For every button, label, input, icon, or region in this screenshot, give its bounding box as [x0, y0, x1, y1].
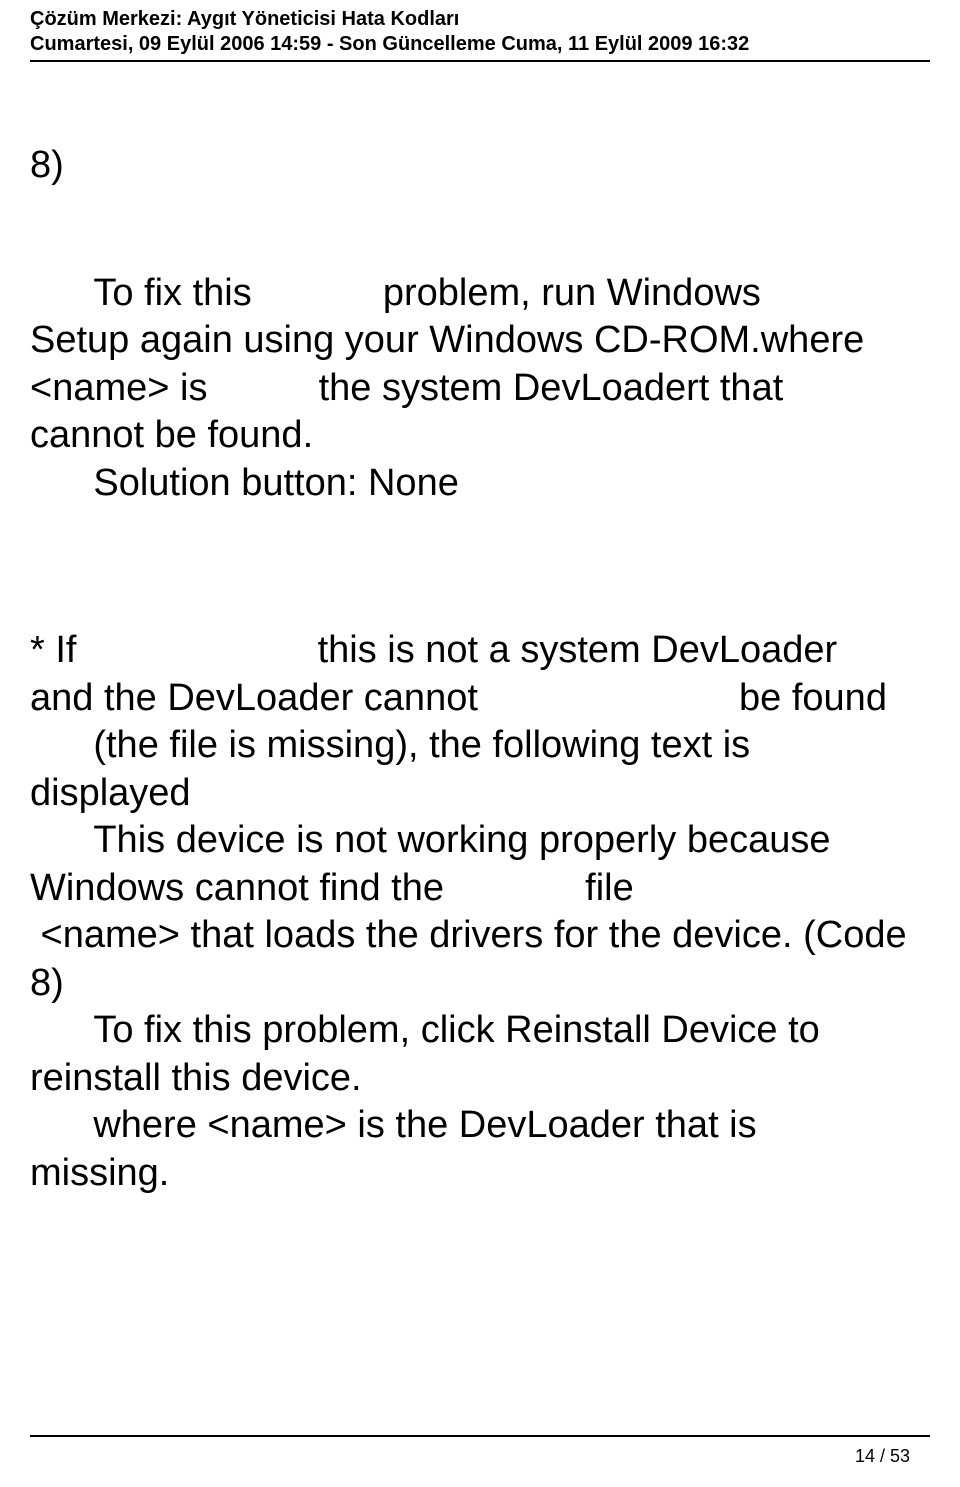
header-title: Çözüm Merkezi: Aygıt Yöneticisi Hata Kod… — [30, 8, 930, 31]
text-fragment: file — [585, 867, 634, 909]
page: Çözüm Merkezi: Aygıt Yöneticisi Hata Kod… — [0, 0, 960, 1487]
document-body: 8) To fix this problem, run Windows Setu… — [30, 62, 930, 1197]
text-fragment: * If — [30, 629, 76, 671]
header-meta: Cumartesi, 09 Eylül 2006 14:59 - Son Gün… — [30, 33, 930, 56]
page-header: Çözüm Merkezi: Aygıt Yöneticisi Hata Kod… — [30, 0, 930, 62]
text-line: Solution button: None — [30, 460, 930, 508]
text-line: 8) — [30, 142, 930, 190]
page-number: 14 / 53 — [855, 1446, 910, 1467]
text-fragment: problem, run Windows — [383, 272, 761, 314]
text-line: Windows cannot find the file — [30, 865, 930, 913]
text-line: (the file is missing), the following tex… — [30, 722, 930, 770]
text-fragment: be found — [739, 677, 887, 719]
text-line: cannot be found. — [30, 412, 930, 460]
text-line: reinstall this device. — [30, 1055, 930, 1103]
text-line: missing. — [30, 1150, 930, 1198]
footer-rule — [30, 1435, 930, 1437]
text-line: To fix this problem, click Reinstall Dev… — [30, 1007, 930, 1055]
text-line: To fix this problem, run Windows — [30, 270, 930, 318]
text-fragment: To fix this — [30, 272, 252, 314]
text-fragment: and the DevLoader cannot — [30, 677, 478, 719]
text-line: * If this is not a system DevLoader — [30, 627, 930, 675]
text-fragment: <name> is — [30, 367, 207, 409]
text-line: where <name> is the DevLoader that is — [30, 1102, 930, 1150]
text-line: displayed — [30, 770, 930, 818]
text-line: This device is not working properly beca… — [30, 817, 930, 865]
text-fragment: this is not a system DevLoader — [318, 629, 838, 671]
text-fragment: Windows cannot find the — [30, 867, 444, 909]
text-line: <name> is the system DevLoadert that — [30, 365, 930, 413]
text-line: Setup again using your Windows CD-ROM.wh… — [30, 317, 930, 365]
text-line: <name> that loads the drivers for the de… — [30, 912, 930, 960]
text-fragment: the system DevLoadert that — [319, 367, 784, 409]
text-line: 8) — [30, 960, 930, 1008]
text-line: and the DevLoader cannot be found — [30, 675, 930, 723]
